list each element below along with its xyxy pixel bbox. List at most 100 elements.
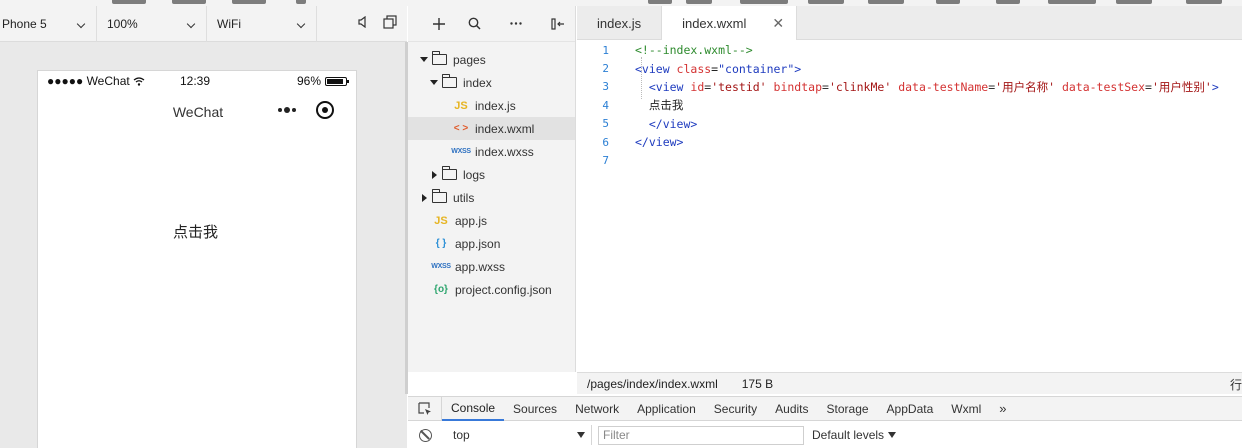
tree-label: logs (463, 167, 486, 182)
tree-folder-logs[interactable]: logs (408, 163, 575, 186)
collapse-panel-icon[interactable] (540, 6, 575, 42)
line-number: 7 (602, 154, 609, 168)
tab-index-js[interactable]: index.js (577, 6, 663, 40)
expand-arrow-icon (418, 57, 430, 62)
status-time: 12:39 (180, 74, 211, 88)
tab-application[interactable]: Application (628, 397, 705, 421)
add-file-icon[interactable] (422, 6, 457, 42)
clipped-toolbar-item (1186, 0, 1222, 4)
tab-label: index.js (597, 15, 642, 31)
line-number: 2 (602, 62, 609, 76)
dropdown-triangle-icon (577, 432, 585, 438)
tree-label: utils (453, 190, 475, 205)
code-line: 5 </view> (577, 115, 1242, 133)
tab-audits[interactable]: Audits (766, 397, 817, 421)
inspect-element-icon[interactable] (408, 396, 442, 421)
cursor-position-label: 行 (1229, 378, 1242, 392)
clipped-toolbar-item (648, 0, 672, 4)
tree-file-index-wxml[interactable]: < > index.wxml (408, 117, 575, 140)
more-dots-icon[interactable] (278, 107, 296, 113)
tree-folder-index[interactable]: index (408, 71, 575, 94)
mini-program-navbar: WeChat (38, 91, 356, 133)
js-file-icon: JS (454, 99, 468, 112)
clipped-toolbar-item (172, 0, 206, 4)
code-line: 1 <!--index.wxml--> (577, 41, 1242, 59)
code-value: 'testid' (711, 79, 767, 94)
tree-label: app.js (455, 213, 488, 228)
wxss-file-icon: WXSS (431, 263, 451, 270)
code-area[interactable]: 1 <!--index.wxml--> 2 <view class="conta… (577, 41, 1242, 170)
tab-sources[interactable]: Sources (504, 397, 566, 421)
code-tag: > (794, 61, 802, 76)
clipped-toolbar-item (1116, 0, 1152, 4)
log-levels-select[interactable]: Default levels (812, 428, 897, 442)
file-path: /pages/index/index.wxml (587, 376, 718, 391)
log-levels-value: Default levels (812, 428, 885, 442)
code-attr: data-testSex (1061, 79, 1146, 94)
more-options-icon[interactable] (492, 6, 540, 42)
line-number: 3 (602, 80, 609, 94)
tree-label: app.json (455, 236, 501, 251)
clear-console-icon[interactable] (408, 428, 442, 442)
wifi-icon (133, 76, 145, 86)
tab-wxml[interactable]: Wxml (942, 397, 990, 421)
editor-status-bar: /pages/index/index.wxml 175 B 行 (577, 372, 1242, 394)
tab-index-wxml[interactable]: index.wxml ✕ (662, 6, 798, 40)
device-select[interactable]: Phone 5 (0, 5, 97, 42)
code-tag: <view (648, 79, 691, 94)
code-line: 4 点击我 (577, 96, 1242, 114)
code-line: 2 <view class="container"> (577, 59, 1242, 77)
context-value: top (453, 428, 470, 442)
click-me-text[interactable]: 点击我 (173, 221, 218, 242)
collapsed-arrow-icon (428, 170, 440, 179)
clipped-toolbar-item (1048, 0, 1096, 4)
clipped-toolbar-item (996, 0, 1020, 4)
tab-console[interactable]: Console (442, 397, 505, 421)
tree-file-app-js[interactable]: JS app.js (408, 209, 575, 232)
phone-screen: ●●●●● WeChat 12:39 96% WeChat 点击我 (37, 70, 357, 448)
status-bar: ●●●●● WeChat 12:39 96% (38, 71, 356, 91)
clipped-toolbar-item (868, 0, 904, 4)
close-target-icon[interactable] (316, 101, 334, 119)
tree-file-app-wxss[interactable]: WXSS app.wxss (408, 255, 575, 278)
close-icon[interactable]: ✕ (772, 15, 784, 32)
zoom-select[interactable]: 100% (97, 5, 207, 42)
clipped-toolbar-item (112, 0, 146, 4)
js-file-icon: JS (434, 214, 448, 227)
tree-label: index.wxss (475, 144, 534, 159)
clipped-toolbar-item (686, 0, 712, 4)
code-line: 7 (577, 151, 1242, 169)
tab-storage[interactable]: Storage (818, 397, 878, 421)
expand-arrow-icon (428, 80, 440, 85)
code-line: 3 <view id='testid' bindtap='clinkMe' da… (577, 78, 1242, 96)
capsule-menu (278, 101, 334, 119)
network-select[interactable]: WiFi (207, 5, 317, 42)
tree-file-index-js[interactable]: JS index.js (408, 94, 575, 117)
chevron-down-icon (186, 19, 196, 28)
tree-folder-pages[interactable]: pages (408, 48, 575, 71)
devtools-tabbar: Console Sources Network Application Secu… (408, 396, 1242, 421)
tab-network[interactable]: Network (566, 397, 628, 421)
tree-folder-utils[interactable]: utils (408, 186, 575, 209)
tree-file-project-config[interactable]: {o} project.config.json (408, 278, 575, 301)
code-value: '用户性别' (1151, 79, 1212, 94)
more-tabs-button[interactable]: » (990, 397, 1015, 421)
tree-file-app-json[interactable]: { } app.json (408, 232, 575, 255)
search-icon[interactable] (457, 6, 492, 42)
network-select-value: WiFi (217, 16, 241, 31)
volume-icon[interactable] (357, 15, 369, 31)
context-select[interactable]: top (442, 425, 592, 445)
line-number: 5 (602, 117, 609, 131)
tab-security[interactable]: Security (705, 397, 766, 421)
carrier-indicator: ●●●●● WeChat (47, 74, 145, 88)
indent-guide (641, 57, 642, 99)
chevron-down-icon (296, 19, 306, 28)
tree-label: app.wxss (455, 259, 506, 274)
code-tag: > (1211, 79, 1219, 94)
detach-window-icon[interactable] (383, 15, 397, 32)
tab-appdata[interactable]: AppData (878, 397, 943, 421)
tree-file-index-wxss[interactable]: WXSS index.wxss (408, 140, 575, 163)
filter-input[interactable] (598, 425, 804, 445)
code-value: 'clinkMe' (828, 79, 892, 94)
clipped-toolbar-item (808, 0, 844, 4)
